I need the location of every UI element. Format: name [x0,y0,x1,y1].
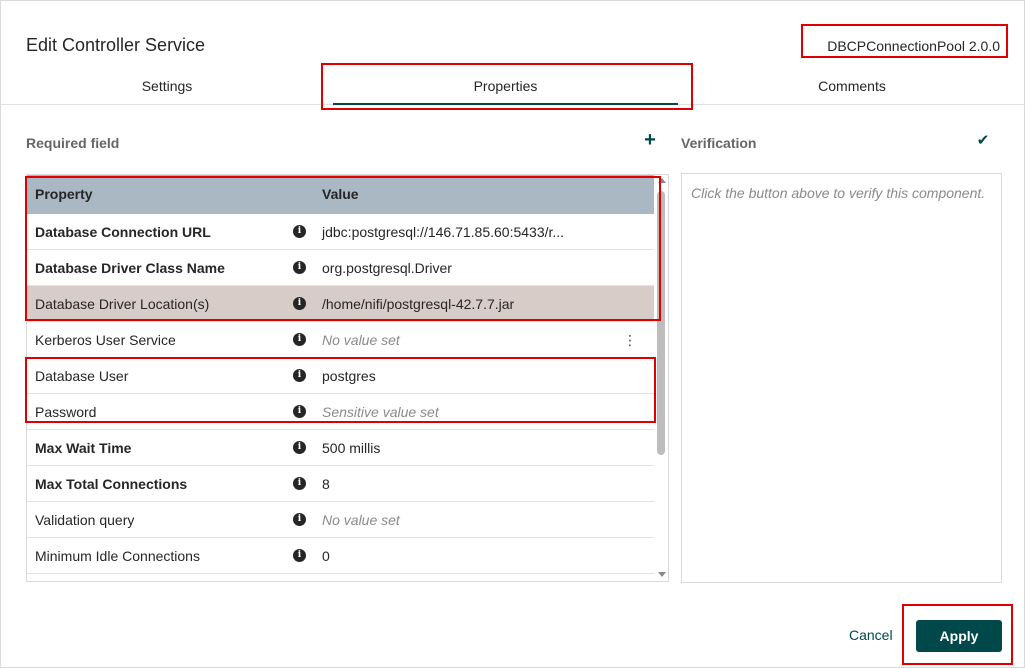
verification-hint: Click the button above to verify this co… [691,185,986,201]
required-field-label: Required field [26,135,120,151]
property-value[interactable]: jdbc:postgresql://146.71.85.60:5433/r... [322,214,564,250]
table-row[interactable]: Password i Sensitive value set [27,394,654,430]
table-row[interactable]: Database Connection URL i jdbc:postgresql:… [27,214,654,250]
property-value[interactable]: No value set [322,502,400,538]
info-icon[interactable]: i [293,333,306,346]
info-icon[interactable]: i [293,549,306,562]
property-name: Minimum Idle Connections [35,548,200,564]
verification-label: Verification [681,135,757,151]
property-value[interactable]: /home/nifi/postgresql-42.7.7.jar [322,286,514,322]
property-name: Database User [35,368,129,384]
table-header: Property Value [27,175,654,214]
checkmark-icon[interactable]: ✔ [975,133,991,149]
property-name: Max Total Connections [35,476,188,492]
table-row[interactable]: Kerberos User Service i No value set ⋮ [27,322,654,358]
service-version: DBCPConnectionPool 2.0.0 [827,38,1000,54]
tab-bar: Settings Properties Comments [1,63,1025,105]
tab-settings[interactable]: Settings [1,63,333,105]
verification-panel: Click the button above to verify this co… [681,173,1002,583]
scrollbar-thumb[interactable] [657,191,665,455]
scroll-down-arrow-icon[interactable] [658,572,666,577]
dialog-title: Edit Controller Service [26,35,206,55]
column-header-value[interactable]: Value [322,175,359,214]
info-icon[interactable]: i [293,225,306,238]
table-row[interactable]: Validation query i No value set [27,502,654,538]
tab-comments[interactable]: Comments [678,63,1025,105]
table-row[interactable]: Database Driver Location(s) i/home/nifi/p… [27,286,654,322]
property-name: Database Driver Location(s) [35,296,210,312]
property-name: Validation query [35,512,135,528]
info-icon[interactable]: i [293,441,306,454]
kebab-menu-icon[interactable]: ⋮ [623,331,637,349]
table-body: Database Connection URL i jdbc:postgresql:… [27,214,654,574]
table-row[interactable]: Max Total Connections i 8 [27,466,654,502]
table-row[interactable]: Minimum Idle Connections i 0 [27,538,654,574]
tab-properties[interactable]: Properties [333,63,678,105]
property-value[interactable]: postgres [322,358,376,394]
property-value[interactable]: Sensitive value set [322,394,439,430]
column-header-property[interactable]: Property [35,175,93,214]
property-name: Max Wait Time [35,440,132,456]
table-row[interactable]: Database User i postgres [27,358,654,394]
properties-table: Property Value Database Connection URL i j… [26,174,669,582]
property-name: Database Connection URL [35,224,211,240]
cancel-button[interactable]: Cancel [849,627,893,643]
info-icon[interactable]: i [293,513,306,526]
apply-button[interactable]: Apply [916,620,1002,652]
table-row[interactable]: Database Driver Class Name i org.postgresq… [27,250,654,286]
scroll-up-arrow-icon[interactable] [658,178,666,183]
info-icon[interactable]: i [293,405,306,418]
info-icon[interactable]: i [293,477,306,490]
info-icon[interactable]: i [293,369,306,382]
property-name: Kerberos User Service [35,332,176,348]
property-value[interactable]: org.postgresql.Driver [322,250,452,286]
scrollbar[interactable] [655,175,668,581]
table-row[interactable]: Max Wait Time i 500 millis [27,430,654,466]
property-name: Database Driver Class Name [35,260,225,276]
property-value[interactable]: No value set [322,322,400,358]
edit-controller-service-dialog: Edit Controller Service DBCPConnectionPo… [0,0,1025,668]
property-value[interactable]: 500 millis [322,430,380,466]
plus-icon[interactable]: + [642,130,658,150]
property-name: Password [35,404,97,420]
info-icon[interactable]: i [293,261,306,274]
property-value[interactable]: 8 [322,466,330,502]
property-value[interactable]: 0 [322,538,330,574]
info-icon[interactable]: i [293,297,306,310]
